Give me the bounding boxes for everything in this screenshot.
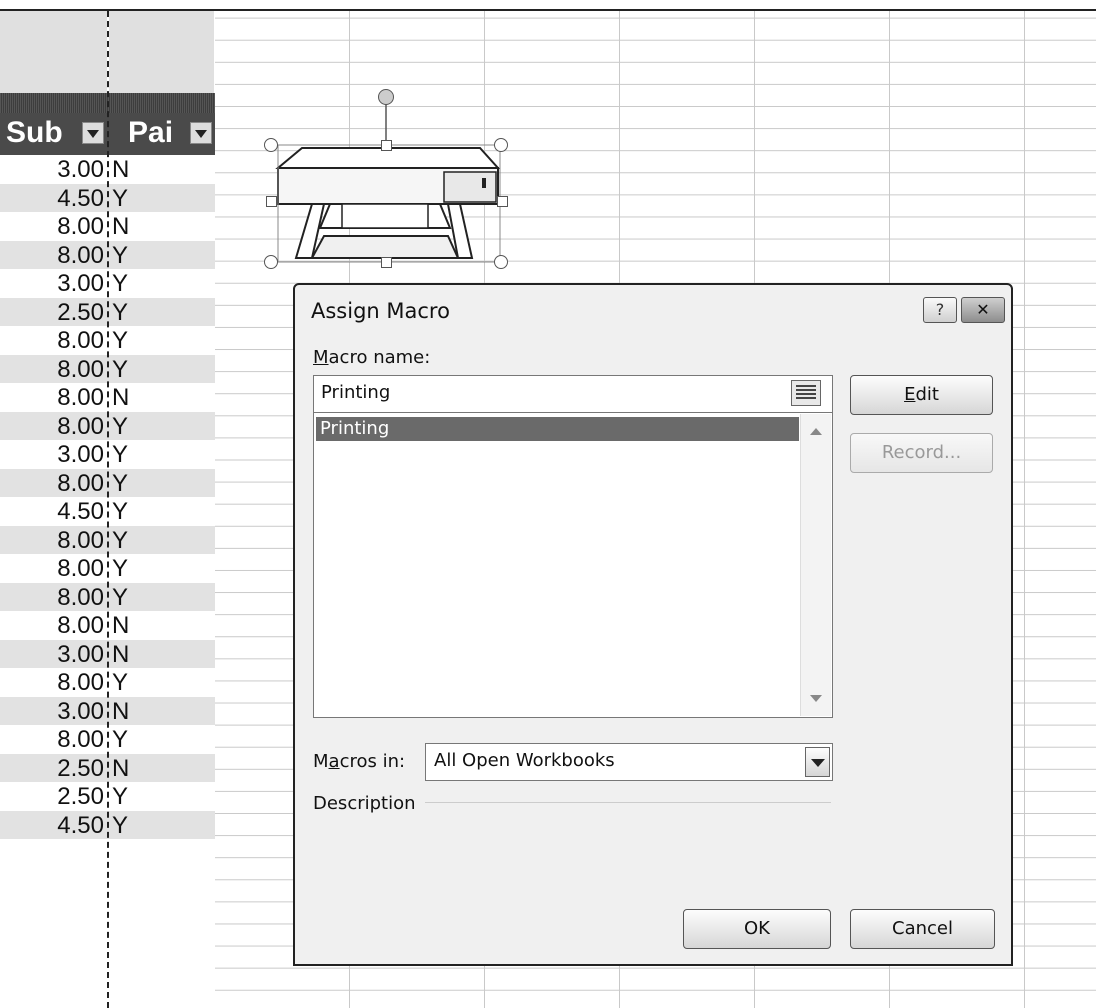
- resize-handle-ne[interactable]: [494, 138, 508, 152]
- cell-sub[interactable]: 2.50: [0, 299, 104, 327]
- cell-sub[interactable]: 2.50: [0, 755, 104, 783]
- cell-paid[interactable]: N: [112, 384, 129, 412]
- description-divider: [425, 802, 831, 803]
- description-label: Description: [313, 793, 416, 814]
- dialog-title: Assign Macro: [311, 299, 450, 323]
- scroll-up-icon[interactable]: [810, 428, 822, 435]
- cell-sub[interactable]: 8.00: [0, 470, 104, 498]
- macro-list[interactable]: Printing: [313, 412, 833, 718]
- macros-in-select[interactable]: All Open Workbooks: [425, 743, 833, 781]
- cancel-button[interactable]: Cancel: [850, 909, 995, 949]
- scroll-down-icon[interactable]: [810, 695, 822, 702]
- cell-sub[interactable]: 8.00: [0, 356, 104, 384]
- dialog-titlebar[interactable]: Assign Macro ? ✕: [295, 285, 1011, 337]
- cell-sub[interactable]: 8.00: [0, 726, 104, 754]
- macros-in-label: Macros in:: [313, 751, 406, 772]
- cell-sub[interactable]: 8.00: [0, 555, 104, 583]
- resize-handle-e[interactable]: [497, 196, 508, 207]
- resize-handle-w[interactable]: [266, 196, 277, 207]
- cell-paid[interactable]: Y: [112, 584, 128, 612]
- cell-paid[interactable]: Y: [112, 441, 128, 469]
- ok-button[interactable]: OK: [683, 909, 831, 949]
- cell-paid[interactable]: Y: [112, 413, 128, 441]
- cell-paid[interactable]: Y: [112, 327, 128, 355]
- rotate-handle[interactable]: [378, 89, 394, 105]
- cell-sub[interactable]: 8.00: [0, 584, 104, 612]
- selection-outline: [277, 104, 501, 263]
- resize-handle-sw[interactable]: [264, 255, 278, 269]
- macro-name-label: Macro name:: [313, 347, 431, 368]
- cell-paid[interactable]: N: [112, 755, 129, 783]
- cell-sub[interactable]: 8.00: [0, 527, 104, 555]
- chevron-down-icon[interactable]: [805, 747, 830, 777]
- cell-paid[interactable]: Y: [112, 299, 128, 327]
- close-icon: ✕: [976, 300, 990, 319]
- macro-list-item[interactable]: Printing: [316, 417, 799, 441]
- cell-sub[interactable]: 8.00: [0, 612, 104, 640]
- cell-paid[interactable]: Y: [112, 470, 128, 498]
- cell-sub[interactable]: 3.00: [0, 698, 104, 726]
- edit-button[interactable]: Edit: [850, 375, 993, 415]
- collapse-dialog-button[interactable]: [791, 380, 821, 406]
- cell-sub[interactable]: 4.50: [0, 812, 104, 840]
- cell-sub[interactable]: 4.50: [0, 498, 104, 526]
- cell-paid[interactable]: N: [112, 641, 129, 669]
- cell-sub[interactable]: 3.00: [0, 441, 104, 469]
- resize-handle-s[interactable]: [381, 257, 392, 268]
- resize-handle-se[interactable]: [494, 255, 508, 269]
- record-button[interactable]: Record...: [850, 433, 993, 473]
- cell-paid[interactable]: Y: [112, 783, 128, 811]
- cell-paid[interactable]: Y: [112, 812, 128, 840]
- cell-paid[interactable]: Y: [112, 498, 128, 526]
- macro-name-input[interactable]: Printing: [313, 375, 833, 413]
- cell-paid[interactable]: Y: [112, 555, 128, 583]
- cell-sub[interactable]: 8.00: [0, 384, 104, 412]
- resize-handle-n[interactable]: [381, 140, 392, 151]
- cell-sub[interactable]: 8.00: [0, 413, 104, 441]
- cell-paid[interactable]: N: [112, 698, 129, 726]
- cell-sub[interactable]: 2.50: [0, 783, 104, 811]
- close-button[interactable]: ✕: [961, 297, 1005, 323]
- cell-paid[interactable]: Y: [112, 527, 128, 555]
- assign-macro-dialog: Assign Macro ? ✕ Macro name: Printing Pr…: [293, 283, 1013, 966]
- resize-handle-nw[interactable]: [264, 138, 278, 152]
- cell-paid[interactable]: Y: [112, 726, 128, 754]
- cell-paid[interactable]: N: [112, 612, 129, 640]
- cell-paid[interactable]: Y: [112, 356, 128, 384]
- help-button[interactable]: ?: [923, 297, 957, 323]
- cell-sub[interactable]: 3.00: [0, 641, 104, 669]
- cell-sub[interactable]: 8.00: [0, 327, 104, 355]
- macro-list-scrollbar[interactable]: [800, 414, 831, 716]
- cell-paid[interactable]: Y: [112, 669, 128, 697]
- cell-sub[interactable]: 8.00: [0, 669, 104, 697]
